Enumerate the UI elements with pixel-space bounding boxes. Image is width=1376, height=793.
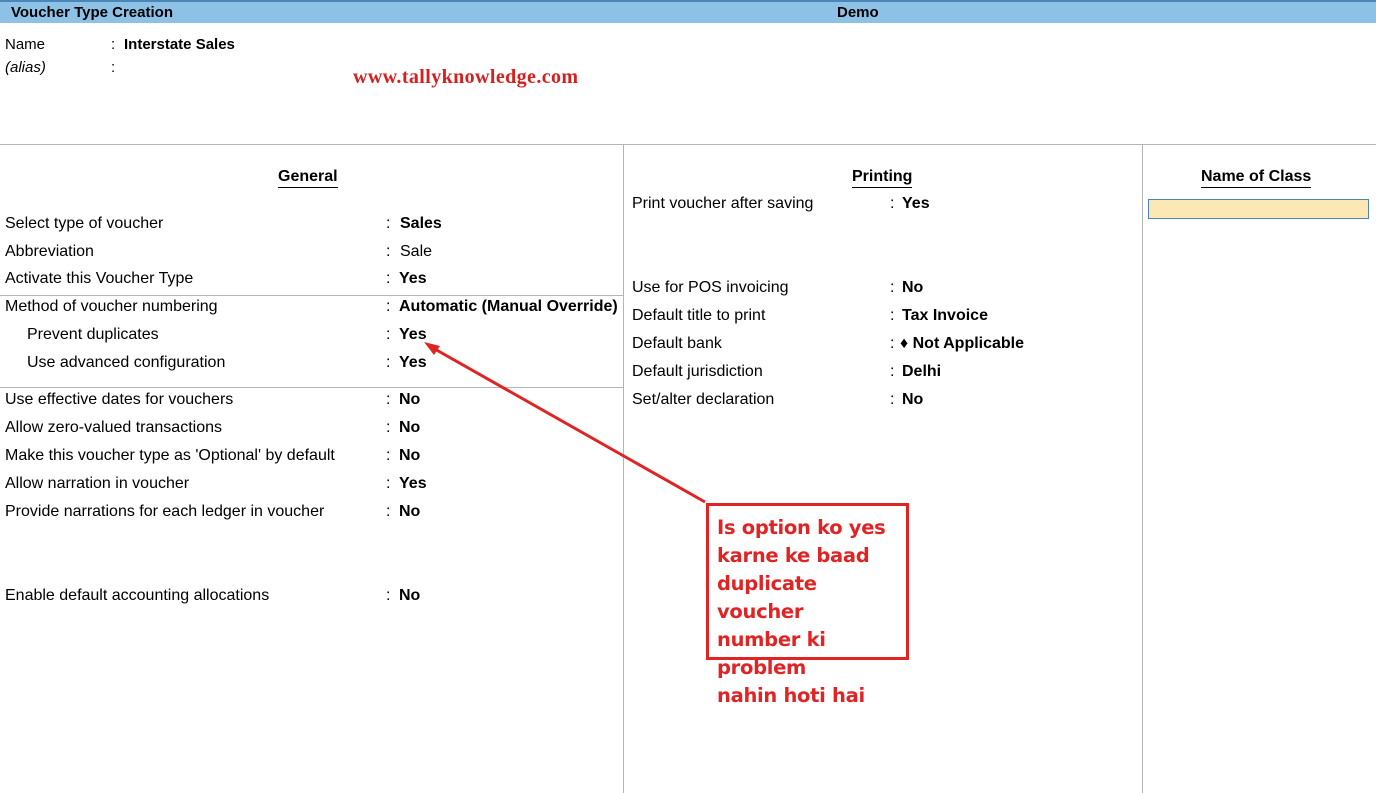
annotation-callout: Is option ko yes karne ke baad duplicate… bbox=[706, 503, 909, 707]
annotation-arrow bbox=[424, 342, 706, 504]
annotation-line: duplicate voucher bbox=[717, 572, 817, 623]
annotation-line: Is option ko yes bbox=[717, 516, 886, 539]
annotation-line: nahin hoti hai bbox=[717, 684, 865, 707]
annotation-line: number ki problem bbox=[717, 628, 826, 679]
annotation-line: karne ke baad bbox=[717, 544, 870, 567]
